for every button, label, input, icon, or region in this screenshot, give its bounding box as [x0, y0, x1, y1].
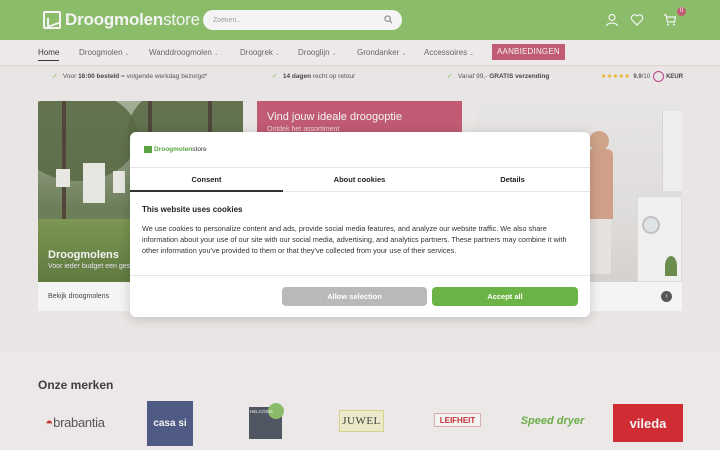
tab-details[interactable]: Details — [436, 168, 589, 192]
allow-selection-button[interactable]: Allow selection — [282, 287, 427, 306]
dialog-body-text: We use cookies to personalize content an… — [142, 224, 567, 255]
tab-consent[interactable]: Consent — [130, 168, 283, 192]
dialog-title: This website uses cookies — [142, 205, 243, 214]
accept-all-button[interactable]: Accept all — [432, 287, 578, 306]
cookie-consent-dialog: Droogmolenstore Consent About cookies De… — [130, 132, 590, 317]
logo-icon — [144, 146, 152, 153]
cookie-tabs: Consent About cookies Details — [130, 167, 590, 192]
dialog-logo: Droogmolenstore — [144, 146, 207, 153]
divider — [130, 275, 590, 276]
tab-about-cookies[interactable]: About cookies — [283, 168, 436, 192]
